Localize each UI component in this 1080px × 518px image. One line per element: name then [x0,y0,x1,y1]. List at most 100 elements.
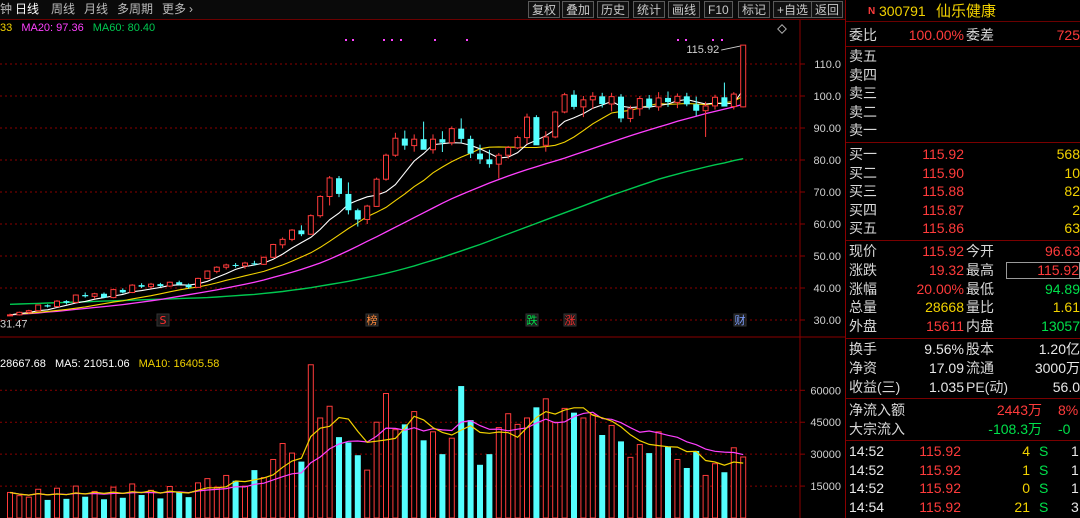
flow-row: 净流入额 2443万 8% [846,402,1080,419]
candle-up [495,154,502,165]
signal-dot [391,39,393,41]
candle-down [683,96,690,105]
candle-down [486,159,493,165]
price-tick-label: 30.00 [813,315,841,327]
order-label: 买一 [849,146,877,162]
volume-bar-down [101,499,107,518]
more-chevron-icon[interactable]: › [189,1,193,18]
tab-daily[interactable]: 日线 [15,1,39,18]
candle-up [289,229,295,240]
candle-down [119,289,126,293]
tick-row: 14:52 115.92 1 S 1 [846,462,1080,479]
tab-more[interactable]: 更多 [162,1,186,18]
candle-up [561,94,568,113]
flow-pct: -0 [1058,421,1071,437]
volume-bar-up [542,398,549,518]
back-button[interactable]: 返回 [811,1,844,18]
sell-row[interactable]: 卖一 [846,122,1080,139]
stat-label: 内盘 [966,318,994,335]
candle-up [326,177,333,197]
tick-extra: 1 [1071,443,1079,459]
volume-bar-up [505,413,512,518]
sell-row[interactable]: 卖二 [846,104,1080,121]
volume-bar-down [176,492,183,518]
f10-button[interactable]: F10 [704,1,733,18]
volume-bar-down [157,498,164,518]
price-tick-label: 80.00 [813,155,841,167]
fund-value: 9.56% [924,341,964,357]
candle-up [655,97,662,108]
candle-down [618,96,624,119]
candle-up [260,256,267,265]
volume-bar-down [119,497,126,518]
flow-row: 大宗流入 -108.3万 -0 [846,421,1080,438]
volume-tick-label: 60000 [810,385,841,397]
candle-down [458,128,465,139]
sell-row[interactable]: 卖五 [846,48,1080,65]
signal-dot [352,39,354,41]
overlay-button[interactable]: 叠加 [562,1,595,18]
ma20-legend: MA20: 97.36 [21,22,84,34]
order-price [906,67,966,84]
volume-bar-down [571,412,577,518]
draw-line-button[interactable]: 画线 [668,1,701,18]
stat-value: 115.92 [922,243,964,259]
volume-tick-label: 30000 [810,449,841,461]
volume-bar-up [580,417,587,518]
history-button[interactable]: 历史 [597,1,630,18]
tab-multi-period[interactable]: 多周期 [117,1,153,18]
candle-up [54,300,60,308]
tick-price: 115.92 [919,461,961,478]
buy-row[interactable]: 买四 115.87 2 [846,202,1080,219]
buy-row[interactable]: 买二 115.90 10 [846,165,1080,182]
order-price [906,104,966,121]
tab-monthly[interactable]: 月线 [84,1,108,18]
candle-up [608,96,615,105]
event-marker: 财 [735,313,746,327]
candle-up [16,311,23,316]
kline-chart[interactable]: 110.0 100.0 90.00 80.00 70.00 60.00 50.00 40.00… [0,20,845,518]
buy-row[interactable]: 买三 115.88 82 [846,183,1080,200]
volume-bar-up [213,486,220,518]
fund-value: 1.20亿 [1038,341,1080,357]
candle-up [589,95,596,101]
ma60-legend: MA60: 80.40 [92,22,156,34]
sell-row[interactable]: 卖三 [846,85,1080,102]
fuquan-button[interactable]: 复权 [528,1,561,18]
candle-up [392,137,399,156]
volume-bar-up [129,483,136,518]
event-marker: 榜 [367,313,378,327]
order-price: 115.92 [922,146,964,162]
tick-direction: S [1039,498,1049,515]
candle-up [148,283,154,288]
stat-value: 96.63 [1044,243,1080,259]
candle-down [176,282,183,285]
candle-down [232,264,239,266]
volume-bar-up [655,431,662,518]
volume-bar-up [204,478,211,518]
high-pointer [721,45,741,51]
tick-row: 14:54 115.92 21 S 3 [846,499,1080,516]
buy-row[interactable]: 买五 115.86 63 [846,220,1080,237]
candle-up [636,98,643,110]
fund-label: 换手 [849,341,877,357]
buy-row[interactable]: 买一 115.92 568 [846,146,1080,163]
stat-value: 115.92 [1006,261,1080,279]
tab-minute[interactable]: 钟 [0,1,12,18]
candle-down [251,263,258,265]
volume-bar-up [279,443,286,518]
tab-weekly[interactable]: 周线 [51,1,75,18]
signal-dot [345,39,347,41]
stat-value: 28668 [925,299,964,316]
mark-button[interactable]: 标记 [738,1,771,18]
candle-up [195,277,201,288]
sell-row[interactable]: 卖四 [846,67,1080,84]
candle-up [270,243,277,258]
candle-up [580,99,587,108]
stats-button[interactable]: 统计 [633,1,666,18]
volume-bar-up [364,469,371,518]
volume-bar-down [354,455,361,518]
add-watchlist-button[interactable]: +自选 [773,1,813,18]
tick-volume: 21 [1014,498,1030,515]
tick-row: 14:52 115.92 4 S 1 [846,443,1080,460]
